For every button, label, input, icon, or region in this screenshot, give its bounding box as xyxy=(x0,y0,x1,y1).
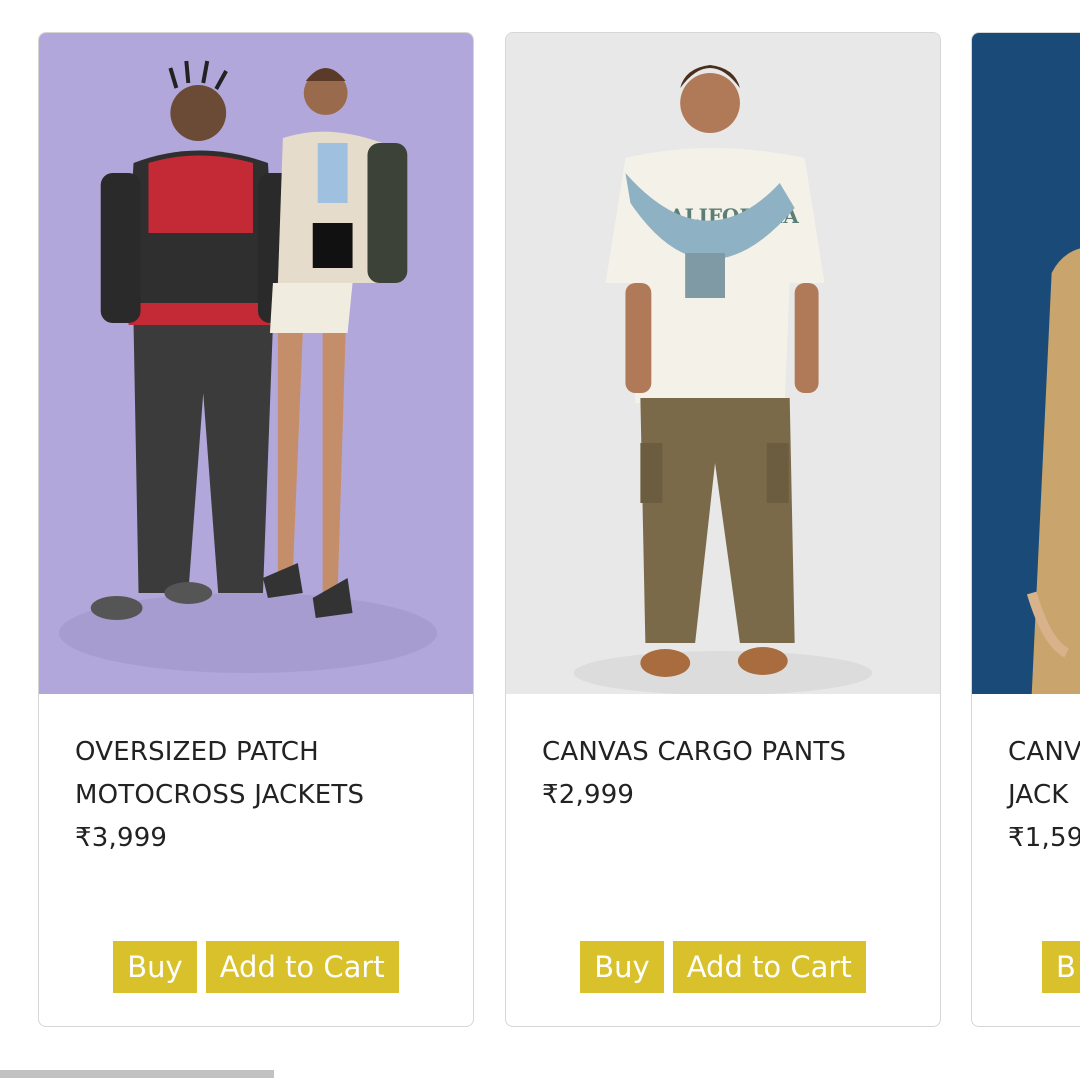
product-card[interactable]: CALIFORNIA CANVAS CARGO PANTS ₹2,999 Buy xyxy=(505,32,941,1027)
models-motocross-jacket-photo-icon xyxy=(39,33,473,694)
model-cargo-pants-photo-icon: CALIFORNIA xyxy=(506,33,940,694)
add-to-cart-button[interactable]: Add to Cart xyxy=(205,941,399,993)
add-to-cart-button[interactable]: Add to Cart xyxy=(672,941,866,993)
model-canvas-jacket-photo-icon xyxy=(972,33,1080,694)
product-title[interactable]: OVERSIZED PATCH MOTOCROSS JACKETS xyxy=(75,731,415,817)
product-actions: Buy Add to Cart xyxy=(39,941,473,993)
product-card[interactable]: CANV JACK ₹1,59 B xyxy=(971,32,1080,1027)
buy-button[interactable]: Buy xyxy=(113,941,197,993)
scrollbar-thumb[interactable] xyxy=(0,1070,274,1078)
product-image[interactable]: CALIFORNIA xyxy=(506,33,940,694)
product-info: CANVAS CARGO PANTS ₹2,999 xyxy=(506,694,940,817)
horizontal-scrollbar[interactable] xyxy=(0,1070,1080,1080)
product-title-line2[interactable]: JACK xyxy=(1008,774,1080,817)
product-price: ₹1,59 xyxy=(1008,823,1080,853)
product-title[interactable]: CANV xyxy=(1008,731,1080,774)
product-actions: B xyxy=(972,941,1080,993)
product-carousel-viewport: OVERSIZED PATCH MOTOCROSS JACKETS ₹3,999… xyxy=(0,0,1080,1080)
buy-button[interactable]: B xyxy=(1042,941,1080,993)
product-info: CANV JACK ₹1,59 xyxy=(972,694,1080,860)
product-image[interactable] xyxy=(39,33,473,694)
product-carousel-track: OVERSIZED PATCH MOTOCROSS JACKETS ₹3,999… xyxy=(0,0,1080,1060)
product-info: OVERSIZED PATCH MOTOCROSS JACKETS ₹3,999 xyxy=(39,694,473,860)
product-image[interactable] xyxy=(972,33,1080,694)
product-actions: Buy Add to Cart xyxy=(506,941,940,993)
product-card[interactable]: OVERSIZED PATCH MOTOCROSS JACKETS ₹3,999… xyxy=(38,32,474,1027)
product-price: ₹2,999 xyxy=(542,780,635,810)
product-title[interactable]: CANVAS CARGO PANTS xyxy=(542,731,904,774)
buy-button[interactable]: Buy xyxy=(580,941,664,993)
product-price: ₹3,999 xyxy=(75,823,168,853)
